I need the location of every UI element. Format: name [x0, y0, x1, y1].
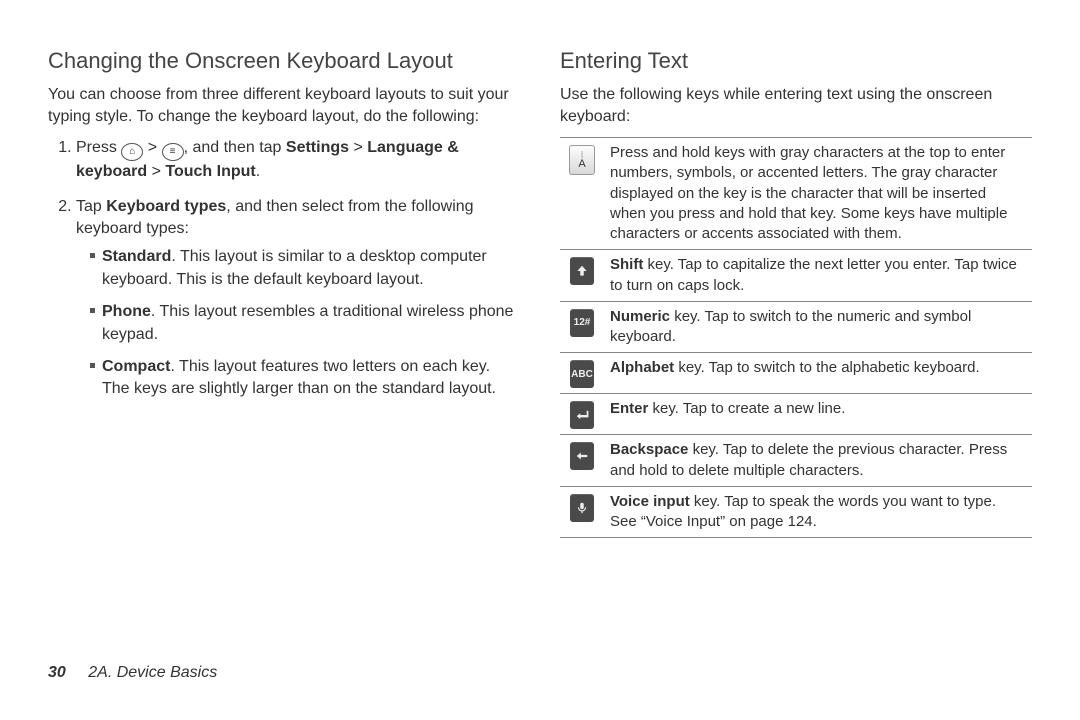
left-column: Changing the Onscreen Keyboard Layout Yo…: [48, 48, 520, 538]
key-row-alphabet: ABC Alphabet key. Tap to switch to the a…: [560, 353, 1032, 394]
backspace-key-icon: [570, 442, 594, 470]
type-standard: Standard. This layout is similar to a de…: [90, 246, 520, 291]
key-row-numeric: 12# Numeric key. Tap to switch to the nu…: [560, 302, 1032, 354]
type-phone: Phone. This layout resembles a tradition…: [90, 301, 520, 346]
heading-keyboard-layout: Changing the Onscreen Keyboard Layout: [48, 48, 520, 74]
key-row-backspace: Backspace key. Tap to delete the previou…: [560, 435, 1032, 487]
enter-key-icon: [570, 401, 594, 429]
keys-table: |A Press and hold keys with gray charact…: [560, 137, 1032, 538]
menu-icon: ≡: [162, 143, 184, 161]
step-2: Tap Keyboard types, and then select from…: [76, 196, 520, 401]
key-row-voice: Voice input key. Tap to speak the words …: [560, 487, 1032, 539]
intro-text-right: Use the following keys while entering te…: [560, 84, 1032, 127]
key-row-shift: Shift key. Tap to capitalize the next le…: [560, 250, 1032, 302]
step-1: Press ⌂ > ≡, and then tap Settings > Lan…: [76, 137, 520, 183]
home-icon: ⌂: [121, 143, 143, 161]
intro-text: You can choose from three different keyb…: [48, 84, 520, 127]
heading-entering-text: Entering Text: [560, 48, 1032, 74]
page-footer: 30 2A. Device Basics: [48, 664, 217, 682]
right-column: Entering Text Use the following keys whi…: [560, 48, 1032, 538]
key-row-gray: |A Press and hold keys with gray charact…: [560, 138, 1032, 250]
numeric-key-icon: 12#: [570, 309, 594, 337]
type-compact: Compact. This layout features two letter…: [90, 356, 520, 401]
a-key-icon: |A: [569, 145, 595, 175]
alphabet-key-icon: ABC: [570, 360, 594, 388]
shift-key-icon: [570, 257, 594, 285]
page-number: 30: [48, 664, 66, 681]
section-title: 2A. Device Basics: [88, 664, 217, 681]
voice-key-icon: [570, 494, 594, 522]
key-row-enter: Enter key. Tap to create a new line.: [560, 394, 1032, 435]
